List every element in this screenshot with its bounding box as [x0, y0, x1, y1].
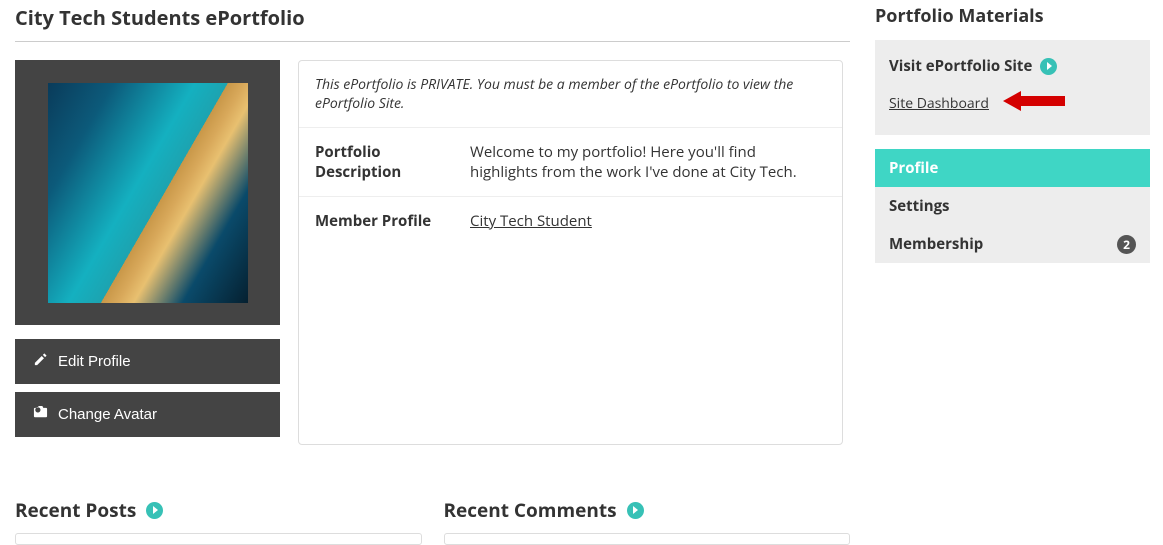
- sidebar-item-label: Settings: [889, 196, 950, 216]
- portfolio-description-value: Welcome to my portfolio! Here you'll fin…: [470, 142, 826, 182]
- sidebar-title: Portfolio Materials: [875, 4, 1150, 28]
- page-title: City Tech Students ePortfolio: [15, 0, 850, 42]
- membership-count-badge: 2: [1117, 235, 1136, 254]
- edit-profile-label: Edit Profile: [58, 353, 131, 370]
- change-avatar-button[interactable]: Change Avatar: [15, 392, 280, 437]
- recent-posts-heading: Recent Posts: [15, 497, 422, 523]
- recent-comments-label: Recent Comments: [444, 497, 617, 523]
- callout-arrow-icon: [1003, 90, 1065, 117]
- edit-profile-button[interactable]: Edit Profile: [15, 339, 280, 384]
- sidebar-item-membership[interactable]: Membership 2: [875, 225, 1150, 263]
- sidebar-nav: Profile Settings Membership 2: [875, 149, 1150, 263]
- portfolio-description-label: Portfolio Description: [315, 142, 470, 182]
- visit-eportfolio-label: Visit ePortfolio Site: [889, 56, 1032, 76]
- chevron-right-icon[interactable]: [146, 502, 163, 519]
- visit-eportfolio-link[interactable]: Visit ePortfolio Site: [889, 56, 1136, 76]
- avatar: [48, 83, 248, 303]
- member-profile-label: Member Profile: [315, 211, 470, 231]
- member-profile-row: Member Profile City Tech Student: [299, 197, 842, 245]
- chevron-right-icon[interactable]: [627, 502, 644, 519]
- portfolio-info-box: This ePortfolio is PRIVATE. You must be …: [298, 60, 843, 445]
- site-dashboard-link[interactable]: Site Dashboard: [889, 94, 989, 113]
- portfolio-description-row: Portfolio Description Welcome to my port…: [299, 128, 842, 197]
- sidebar-item-settings[interactable]: Settings: [875, 187, 1150, 225]
- camera-icon: [33, 405, 48, 424]
- recent-posts-list: [15, 533, 422, 545]
- private-notice: This ePortfolio is PRIVATE. You must be …: [299, 61, 842, 128]
- sidebar-item-label: Membership: [889, 234, 983, 254]
- member-profile-link[interactable]: City Tech Student: [470, 211, 592, 231]
- avatar-container: [15, 60, 280, 325]
- portfolio-materials-box: Visit ePortfolio Site Site Dashboard: [875, 40, 1150, 135]
- recent-comments-heading: Recent Comments: [444, 497, 851, 523]
- recent-comments-list: [444, 533, 851, 545]
- change-avatar-label: Change Avatar: [58, 406, 157, 423]
- pencil-icon: [33, 352, 48, 371]
- sidebar-item-profile[interactable]: Profile: [875, 149, 1150, 187]
- recent-posts-label: Recent Posts: [15, 497, 136, 523]
- sidebar-item-label: Profile: [889, 158, 938, 178]
- chevron-right-icon: [1040, 58, 1057, 75]
